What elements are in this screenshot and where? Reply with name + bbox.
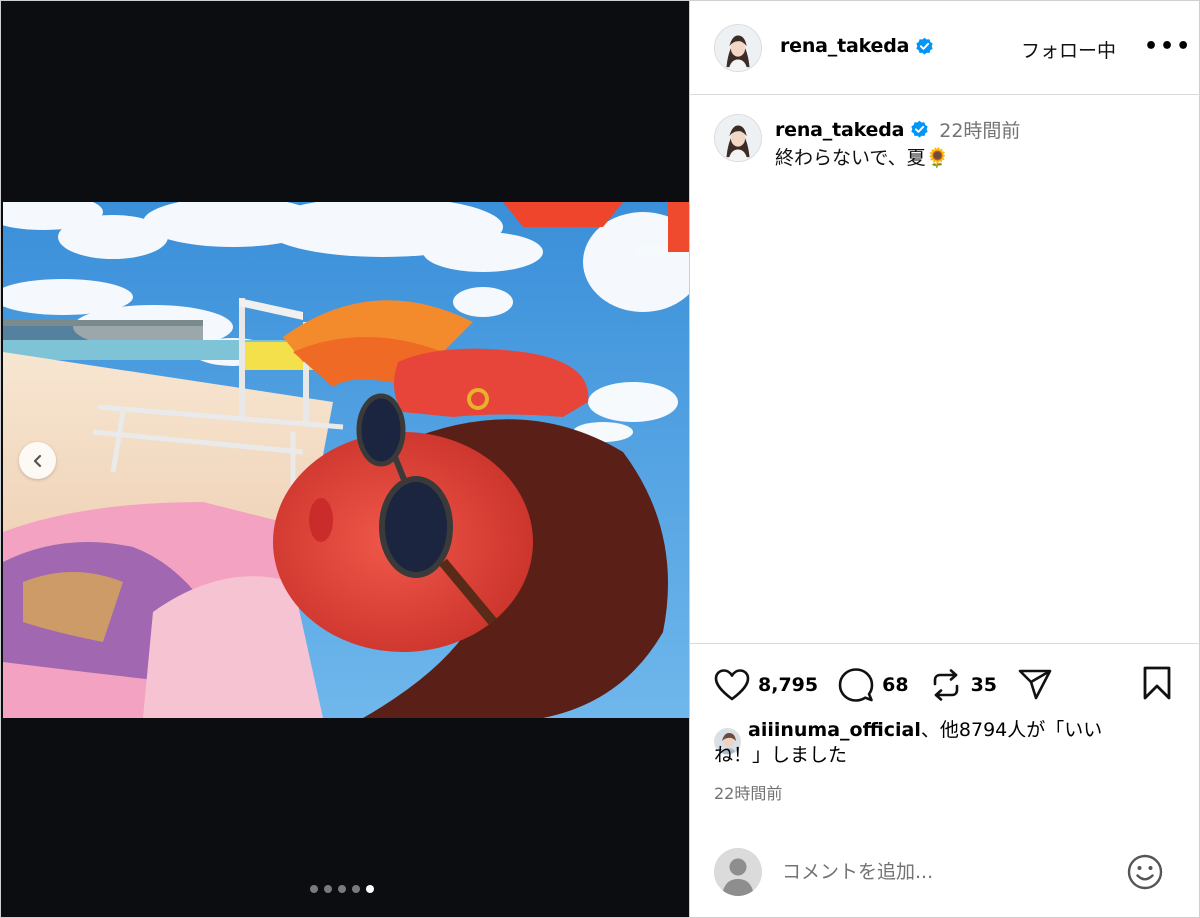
repost-icon	[933, 669, 958, 701]
liked-by-line2[interactable]: ね！」しました	[714, 741, 847, 770]
verified-badge-icon	[911, 120, 928, 138]
caption-username-row: rena_takeda 22時間前	[775, 116, 1020, 143]
repost-button[interactable]: 35	[929, 668, 997, 702]
carousel-prev-button[interactable]	[19, 442, 56, 479]
caption-time-ago[interactable]: 22時間前	[939, 116, 1020, 143]
save-button[interactable]	[1142, 666, 1172, 704]
caption-username-link[interactable]: rena_takeda	[775, 119, 904, 141]
verified-badge-icon	[916, 37, 933, 54]
like-count: 8,795	[758, 674, 819, 696]
bookmark-icon	[1143, 666, 1171, 700]
repost-count: 35	[970, 674, 998, 696]
liker-username-link[interactable]: aiiinuma_official	[748, 719, 921, 741]
following-button[interactable]: フォロー中	[1021, 36, 1116, 63]
carousel-indicator	[310, 885, 374, 893]
like-button[interactable]: 8,795	[714, 668, 818, 702]
post-media	[0, 0, 689, 918]
avatar[interactable]	[714, 24, 762, 72]
comment-input[interactable]	[782, 857, 1112, 887]
share-button[interactable]	[1017, 668, 1053, 702]
action-bar: 8,795 68 35	[714, 665, 1073, 705]
comment-button[interactable]: 68	[838, 667, 909, 703]
liked-by-rest[interactable]: 、他8794人が「いい	[921, 719, 1102, 741]
header-username-row: rena_takeda	[780, 35, 934, 57]
comment-area	[690, 831, 1200, 918]
more-options-button[interactable]: •••	[1144, 34, 1192, 59]
carousel-dot-active	[366, 885, 374, 893]
share-icon	[1018, 669, 1052, 700]
comment-count: 68	[882, 674, 909, 696]
post-side-panel: rena_takeda フォロー中 ••• rena_takeda 22時間前 …	[689, 0, 1200, 918]
carousel-dot	[352, 885, 360, 893]
username-link[interactable]: rena_takeda	[780, 35, 909, 57]
post-photo[interactable]	[3, 202, 689, 718]
caption-avatar[interactable]	[714, 114, 762, 162]
post-timestamp[interactable]: 22時間前	[714, 780, 782, 804]
post-header: rena_takeda フォロー中 •••	[690, 1, 1200, 95]
comment-icon	[838, 668, 874, 702]
divider	[690, 643, 1200, 644]
emoji-picker-button[interactable]	[1126, 853, 1164, 895]
carousel-dot	[310, 885, 318, 893]
emoji-icon	[1127, 854, 1163, 890]
heart-icon	[714, 669, 750, 701]
carousel-dot	[324, 885, 332, 893]
chevron-left-icon	[33, 454, 41, 467]
caption-text: 終わらないで、夏🌻	[775, 147, 950, 169]
default-avatar-icon	[714, 848, 762, 896]
carousel-dot	[338, 885, 346, 893]
